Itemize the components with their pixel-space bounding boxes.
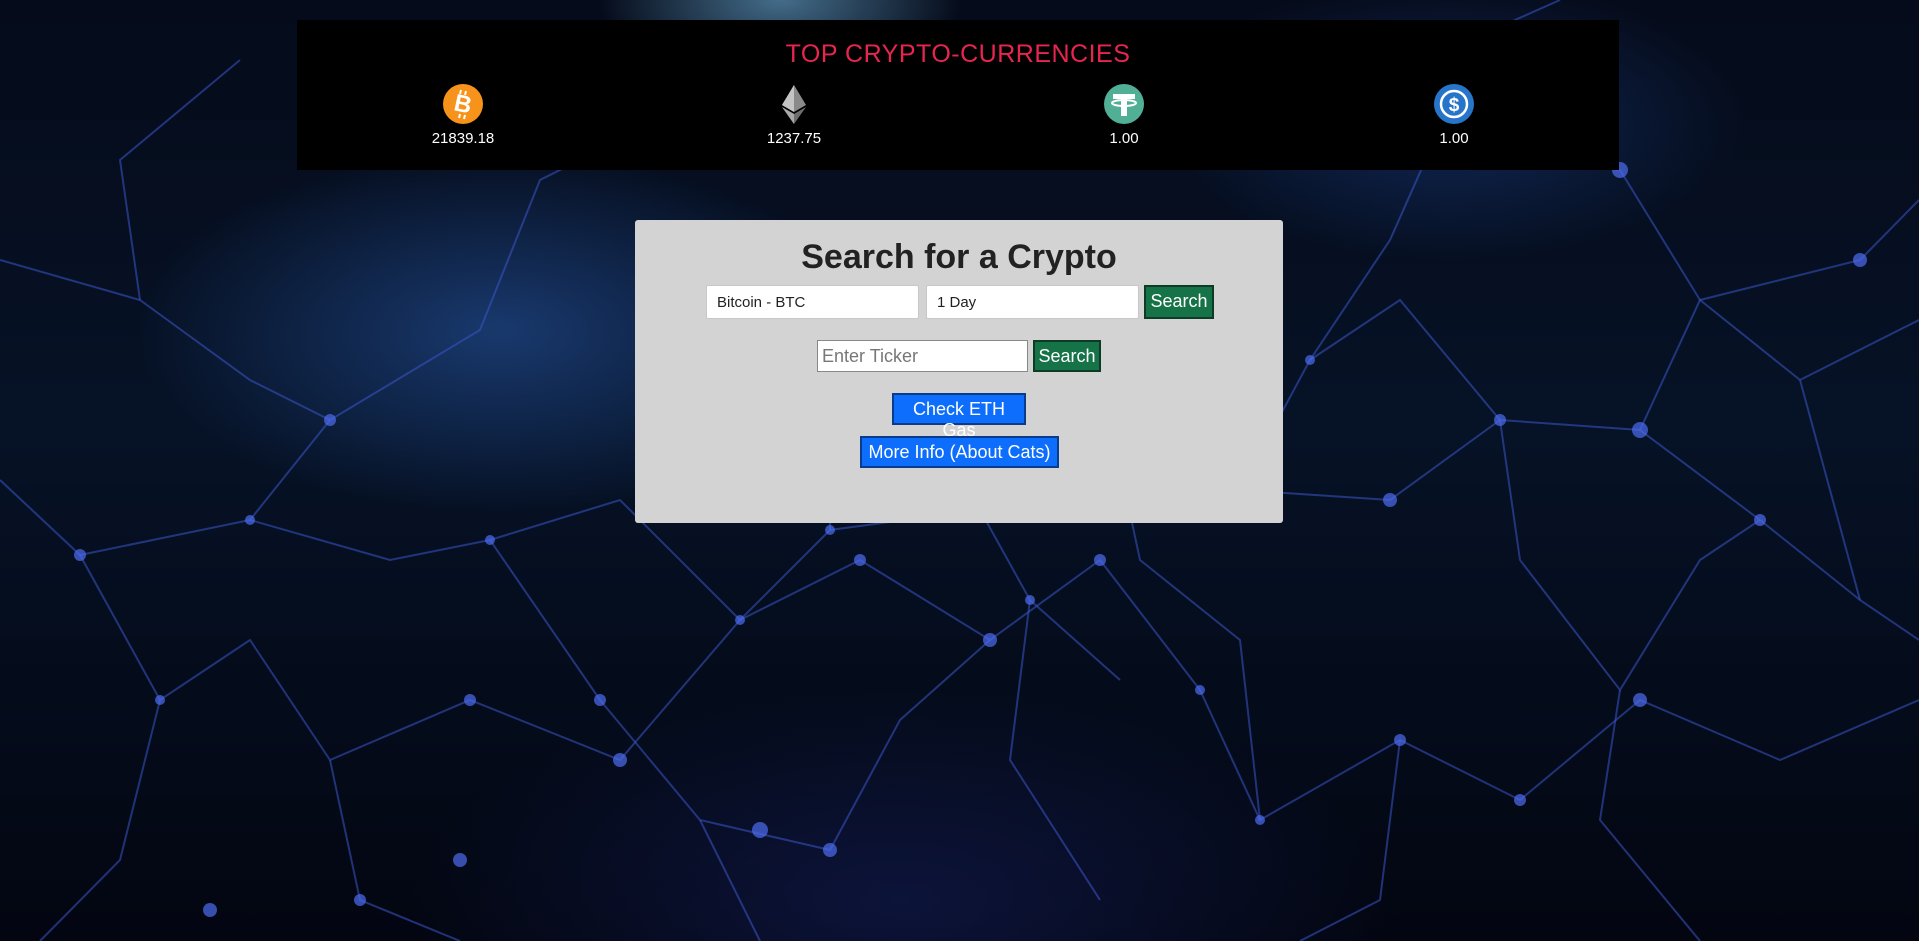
- coin-tether[interactable]: 1.00: [1064, 83, 1184, 147]
- usd-coin-icon: $: [1434, 84, 1474, 124]
- more-info-button[interactable]: More Info (About Cats): [860, 436, 1059, 468]
- ticker-input[interactable]: [817, 340, 1028, 372]
- coin-select[interactable]: Bitcoin - BTC: [706, 285, 919, 319]
- search-button[interactable]: Search: [1144, 285, 1214, 319]
- coin-usd-coin[interactable]: $ 1.00: [1394, 83, 1514, 147]
- bitcoin-icon: B: [443, 84, 483, 124]
- search-panel: Search for a Crypto Bitcoin - BTC 1 Day …: [635, 220, 1283, 523]
- period-select[interactable]: 1 Day: [926, 285, 1139, 319]
- panel-title: Search for a Crypto: [801, 238, 1117, 276]
- coin-bitcoin[interactable]: B 21839.18: [403, 83, 523, 147]
- banner-title: TOP CRYPTO-CURRENCIES: [785, 40, 1131, 68]
- ethereum-icon: [782, 85, 806, 124]
- ticker-search-button[interactable]: Search: [1033, 340, 1101, 372]
- svg-text:$: $: [1449, 95, 1460, 116]
- check-eth-gas-button[interactable]: Check ETH Gas: [892, 393, 1026, 440]
- bitcoin-price: 21839.18: [431, 130, 495, 147]
- ethereum-price: 1237.75: [766, 130, 822, 147]
- coin-ethereum[interactable]: 1237.75: [734, 83, 854, 147]
- tether-icon: [1104, 84, 1144, 124]
- usd-coin-price: 1.00: [1439, 130, 1469, 147]
- top-crypto-banner: TOP CRYPTO-CURRENCIES B 21839.18 1237.75…: [297, 20, 1619, 170]
- tether-price: 1.00: [1109, 130, 1139, 147]
